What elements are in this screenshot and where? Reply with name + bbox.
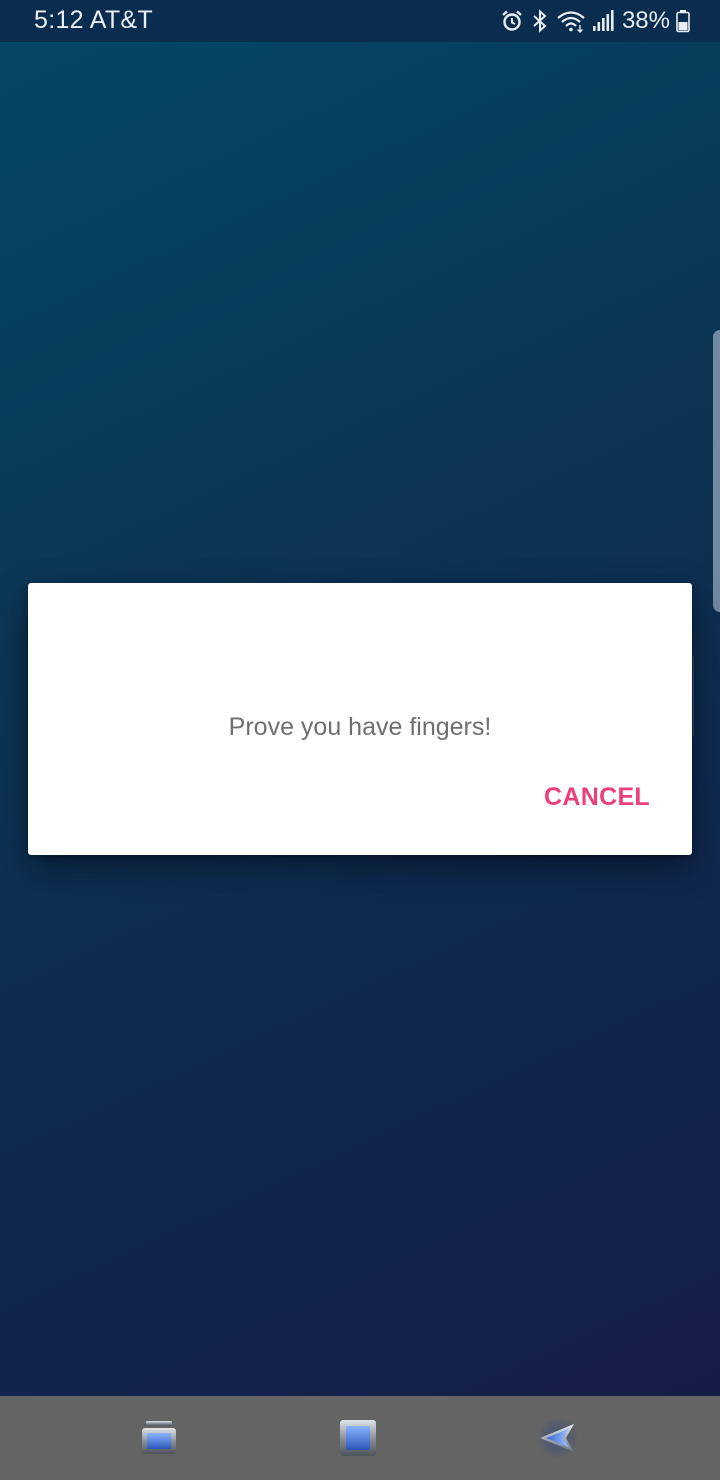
alert-dialog: Prove you have fingers! CANCEL bbox=[28, 583, 692, 855]
wifi-icon bbox=[556, 9, 586, 33]
home-icon[interactable] bbox=[336, 1416, 380, 1460]
battery-icon bbox=[676, 9, 690, 33]
battery-percent: 38% bbox=[621, 7, 670, 34]
cancel-button[interactable]: CANCEL bbox=[526, 777, 668, 818]
back-icon[interactable] bbox=[536, 1416, 580, 1460]
edge-panel-handle[interactable] bbox=[713, 330, 720, 612]
app-screen: 5:12 AT&T 38% Prove you have fingers! CA… bbox=[0, 0, 720, 1480]
navigation-bar bbox=[0, 1396, 720, 1480]
status-time-carrier: 5:12 AT&T bbox=[34, 6, 153, 34]
recents-icon[interactable] bbox=[137, 1416, 181, 1460]
status-bar: 5:12 AT&T 38% bbox=[0, 0, 720, 42]
alarm-icon bbox=[500, 9, 524, 33]
signal-icon bbox=[592, 9, 614, 33]
bluetooth-icon bbox=[530, 9, 550, 33]
status-icons: 38% bbox=[500, 7, 690, 35]
dialog-message: Prove you have fingers! bbox=[228, 713, 492, 741]
